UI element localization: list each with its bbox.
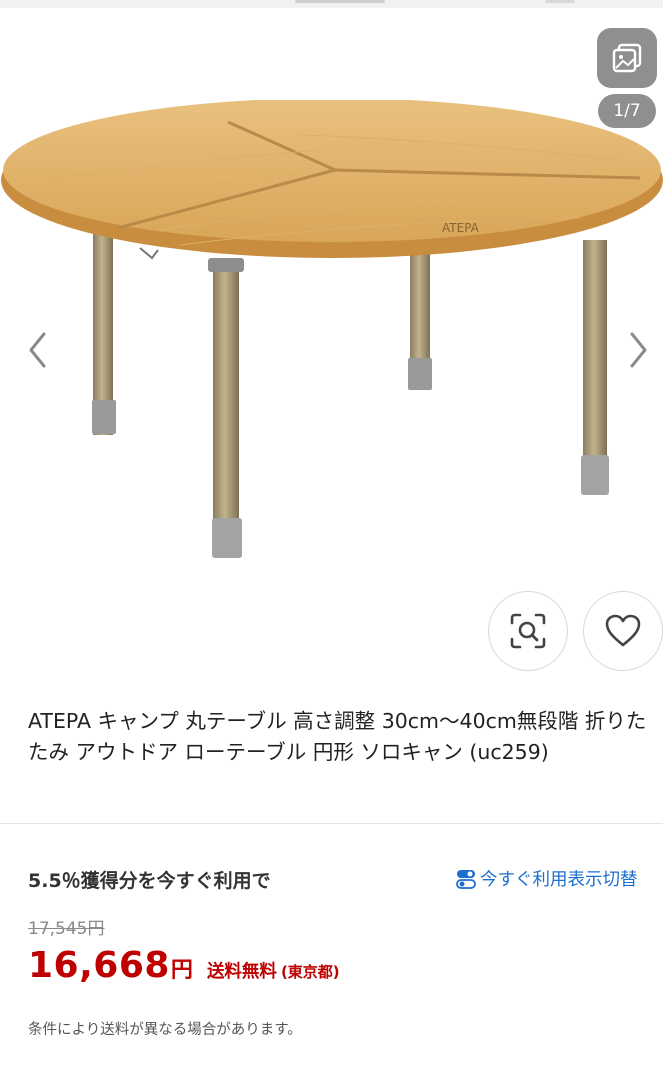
price-unit: 円 xyxy=(170,958,193,983)
points-display-toggle-link[interactable]: 今すぐ利用表示切替 xyxy=(455,866,638,891)
product-title: ATEPA キャンプ 丸テーブル 高さ調整 30cm～40cm無段階 折りたたみ… xyxy=(28,709,647,764)
top-strip-bar xyxy=(295,0,385,3)
next-image-button[interactable] xyxy=(624,328,654,372)
gallery-icon xyxy=(612,43,642,73)
price-row: 16,668 円 送料無料 (東京都) xyxy=(28,945,340,986)
image-gallery[interactable]: ATEPA 1/7 xyxy=(0,8,663,680)
favorite-button[interactable] xyxy=(583,591,663,671)
original-price: 17,545円 xyxy=(28,919,105,939)
shipping-note: 条件により送料が異なる場合があります。 xyxy=(28,1022,302,1038)
chevron-right-icon xyxy=(630,332,647,368)
visual-search-button[interactable] xyxy=(488,591,568,671)
table-logo: ATEPA xyxy=(442,221,480,235)
image-counter: 1/7 xyxy=(598,94,656,128)
previous-image-button[interactable] xyxy=(22,328,52,372)
chevron-left-icon xyxy=(29,332,46,368)
free-shipping-label: 送料無料 xyxy=(206,962,277,982)
visual-search-icon xyxy=(510,613,546,649)
product-image: ATEPA xyxy=(1,100,663,558)
toggle-icon xyxy=(456,869,476,889)
top-strip xyxy=(0,0,663,8)
divider xyxy=(0,823,663,824)
gallery-view-button[interactable] xyxy=(597,28,657,88)
heart-icon xyxy=(605,614,641,647)
top-strip-bar-small xyxy=(545,0,575,3)
points-link-label[interactable]: 今すぐ利用表示切替 xyxy=(480,866,638,891)
current-price: 16,668 xyxy=(28,945,170,986)
points-usage-text: 5.5％獲得分を今すぐ利用で xyxy=(28,870,271,892)
shipping-area: (東京都) xyxy=(280,963,340,981)
